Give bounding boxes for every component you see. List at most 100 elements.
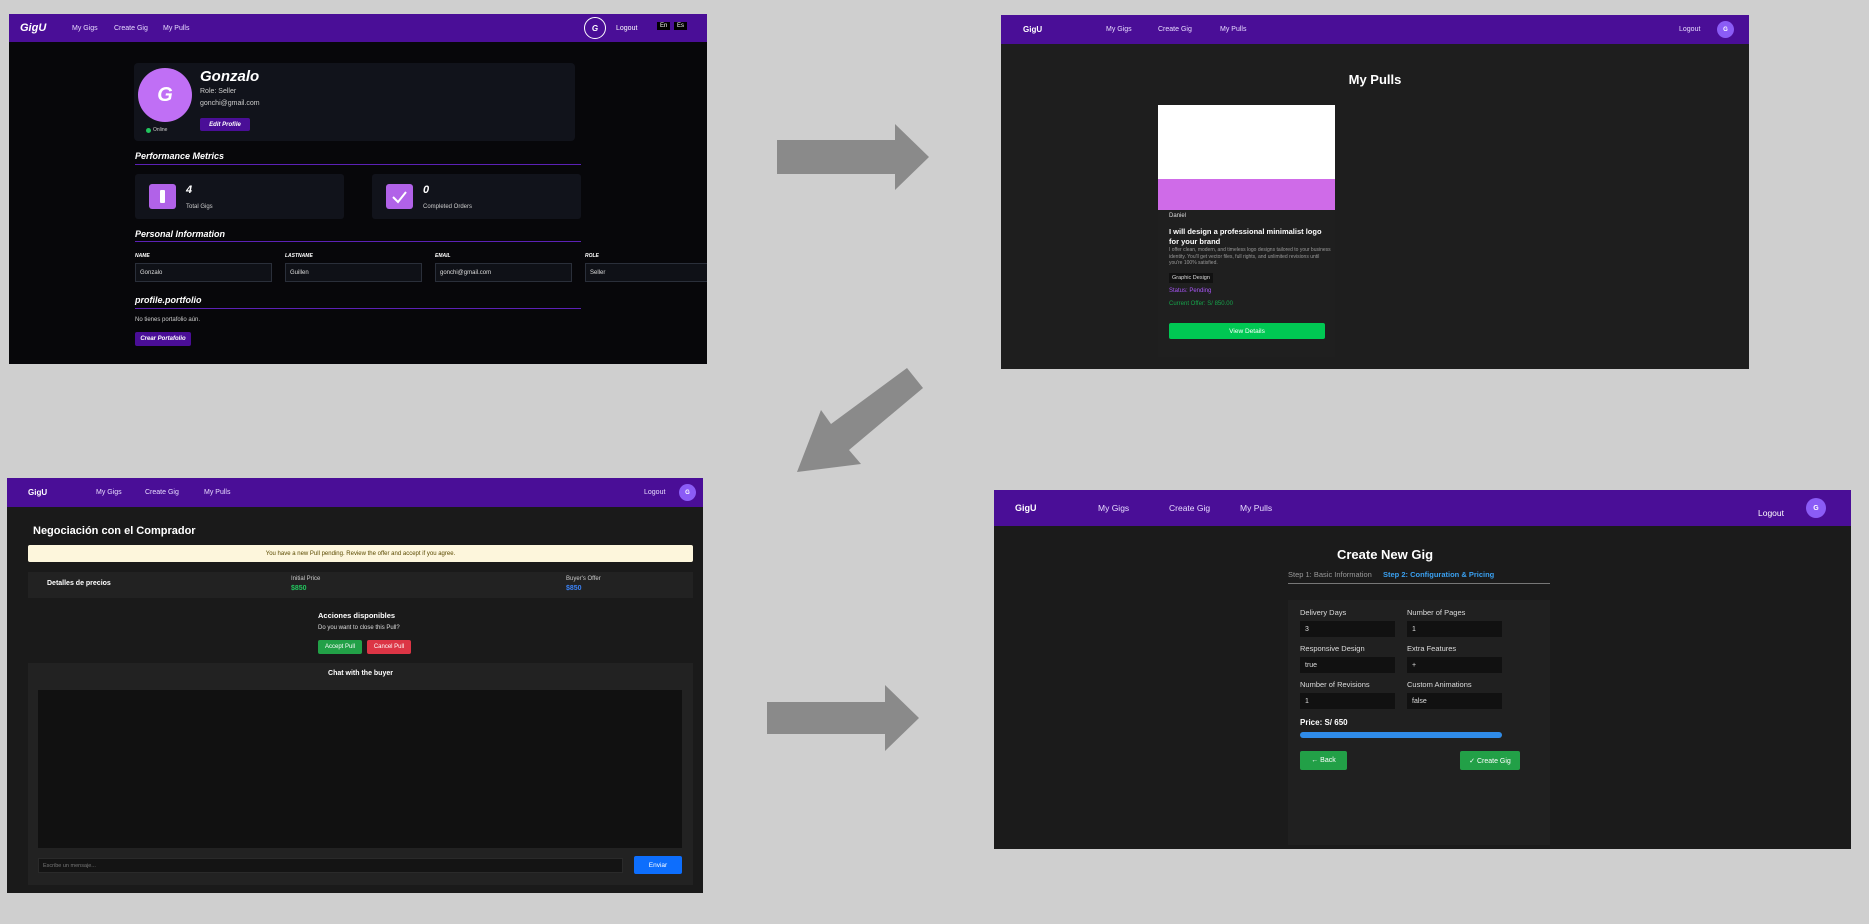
extra-features-label: Extra Features	[1407, 644, 1457, 653]
navbar: GigU My Gigs Create Gig My Pulls Logout …	[7, 478, 703, 507]
profile-name: Gonzalo	[200, 68, 260, 85]
gig-description: I offer clean, modern, and timeless logo…	[1169, 247, 1331, 266]
chat-messages	[38, 690, 682, 848]
nav-create-gig[interactable]: Create Gig	[114, 25, 148, 32]
create-gig-button[interactable]: ✓ Create Gig	[1460, 751, 1520, 770]
steps-divider	[1288, 583, 1550, 584]
arrow-down-left-icon	[797, 368, 923, 472]
logout-link[interactable]: Logout	[616, 25, 637, 32]
accept-pull-button[interactable]: Accept Pull	[318, 640, 362, 654]
logout-link[interactable]: Logout	[1758, 508, 1784, 518]
personal-info-title: Personal Information	[135, 229, 226, 239]
create-portfolio-button[interactable]: Crear Portafolio	[135, 332, 191, 346]
name-field[interactable]: Gonzalo	[135, 263, 272, 282]
portfolio-divider	[135, 308, 581, 309]
metric-value: 4	[186, 184, 193, 196]
step-2-tab[interactable]: Step 2: Configuration & Pricing	[1383, 570, 1494, 579]
page-title: Create New Gig	[1336, 547, 1434, 562]
user-avatar[interactable]: G	[584, 17, 606, 39]
metric-label: Completed Orders	[423, 204, 473, 210]
lang-en-button[interactable]: En	[657, 22, 671, 30]
pages-label: Number of Pages	[1407, 608, 1466, 617]
metric-label: Total Gigs	[186, 204, 213, 210]
profile-card: G Online Gonzalo Role: Seller gonchi@gma…	[134, 63, 575, 141]
nav-my-pulls[interactable]: My Pulls	[163, 25, 189, 32]
nav-my-pulls[interactable]: My Pulls	[204, 489, 230, 496]
nav-my-gigs[interactable]: My Gigs	[1106, 26, 1132, 33]
portfolio-empty-text: No tienes portafolio aún.	[135, 317, 201, 323]
nav-my-gigs[interactable]: My Gigs	[96, 489, 122, 496]
role-label: ROLE	[585, 253, 599, 259]
page-title: Negociación con el Comprador	[33, 525, 196, 537]
role-field[interactable]: Seller	[585, 263, 707, 282]
logout-link[interactable]: Logout	[644, 489, 665, 496]
animations-label: Custom Animations	[1407, 680, 1472, 689]
personal-divider	[135, 241, 581, 242]
pull-status: Status: Pending	[1169, 288, 1212, 294]
metric-card-total-gigs: 4 Total Gigs	[135, 174, 344, 219]
revisions-label: Number of Revisions	[1300, 680, 1370, 689]
gig-image	[1158, 105, 1335, 179]
user-avatar[interactable]: G	[1717, 21, 1734, 38]
navbar: GigU My Gigs Create Gig My Pulls G Logou…	[9, 14, 707, 42]
pending-notice: You have a new Pull pending. Review the …	[28, 545, 693, 562]
cancel-pull-button[interactable]: Cancel Pull	[367, 640, 411, 654]
email-label: EMAIL	[435, 253, 451, 259]
responsive-select[interactable]: true	[1300, 657, 1395, 673]
brand-logo[interactable]: GigU	[1015, 503, 1037, 513]
pages-input[interactable]: 1	[1407, 621, 1502, 637]
delivery-days-input[interactable]: 3	[1300, 621, 1395, 637]
nav-create-gig[interactable]: Create Gig	[1158, 26, 1192, 33]
nav-my-pulls[interactable]: My Pulls	[1240, 503, 1272, 513]
profile-screen: GigU My Gigs Create Gig My Pulls G Logou…	[9, 14, 707, 364]
profile-role: Role: Seller	[200, 88, 237, 95]
logout-link[interactable]: Logout	[1679, 26, 1700, 33]
revisions-input[interactable]: 1	[1300, 693, 1395, 709]
portfolio-title: profile.portfolio	[135, 295, 202, 305]
gigs-icon	[149, 184, 176, 209]
lang-es-button[interactable]: Es	[674, 22, 688, 30]
chat-panel: Chat with the buyer Escribe un mensaje..…	[28, 663, 693, 885]
message-input[interactable]: Escribe un mensaje...	[38, 858, 623, 873]
send-button[interactable]: Enviar	[634, 856, 682, 874]
nav-create-gig[interactable]: Create Gig	[1169, 503, 1210, 513]
check-icon	[386, 184, 413, 209]
gig-title: I will design a professional minimalist …	[1169, 227, 1322, 246]
animations-select[interactable]: false	[1407, 693, 1502, 709]
chat-title: Chat with the buyer	[328, 670, 393, 677]
current-offer: Current Offer: S/ 850.00	[1169, 301, 1233, 307]
delivery-days-label: Delivery Days	[1300, 608, 1347, 617]
page-title: My Pulls	[1348, 72, 1402, 87]
initial-price-value: $850	[291, 585, 307, 592]
nav-my-gigs[interactable]: My Gigs	[1098, 503, 1129, 513]
category-tag: Graphic Design	[1169, 273, 1213, 283]
view-details-button[interactable]: View Details	[1169, 323, 1325, 339]
brand-logo[interactable]: GigU	[28, 488, 47, 497]
price-progress-fill	[1300, 732, 1502, 738]
nav-my-pulls[interactable]: My Pulls	[1220, 26, 1246, 33]
user-avatar[interactable]: G	[679, 484, 696, 501]
pricing-label: Detalles de precios	[47, 580, 111, 587]
metrics-divider	[135, 164, 581, 165]
brand-logo[interactable]: GigU	[20, 22, 46, 34]
arrow-right-icon	[767, 685, 919, 751]
edit-profile-button[interactable]: Edit Profile	[200, 118, 250, 131]
price-label: Price: S/ 650	[1300, 718, 1348, 727]
lastname-field[interactable]: Guillen	[285, 263, 422, 282]
online-status-label: Online	[153, 127, 168, 133]
navbar: GigU My Gigs Create Gig My Pulls Logout …	[1001, 15, 1749, 44]
user-avatar[interactable]: G	[1806, 498, 1826, 518]
responsive-label: Responsive Design	[1300, 644, 1365, 653]
extra-features-input[interactable]: +	[1407, 657, 1502, 673]
step-1-tab[interactable]: Step 1: Basic Information	[1288, 570, 1372, 579]
metric-value: 0	[423, 184, 430, 196]
initial-price-label: Initial Price	[291, 576, 321, 582]
nav-create-gig[interactable]: Create Gig	[145, 489, 179, 496]
email-field[interactable]: gonchi@gmail.com	[435, 263, 572, 282]
price-progress-track	[1300, 732, 1502, 738]
nav-my-gigs[interactable]: My Gigs	[72, 25, 98, 32]
back-button[interactable]: ← Back	[1300, 751, 1347, 770]
pricing-details: Detalles de precios Initial Price $850 B…	[28, 572, 693, 598]
brand-logo[interactable]: GigU	[1023, 25, 1042, 34]
navbar: GigU My Gigs Create Gig My Pulls Logout …	[994, 490, 1851, 526]
